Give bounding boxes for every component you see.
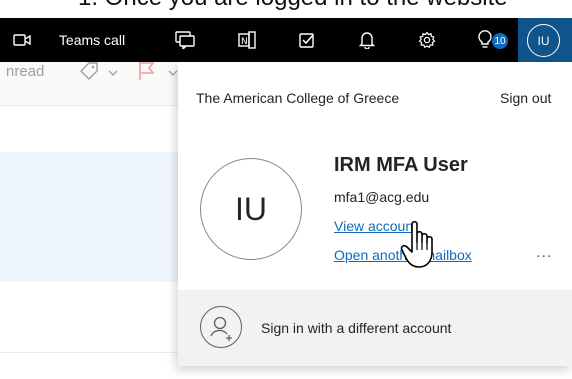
video-icon — [10, 18, 34, 62]
profile-avatar: IU — [200, 158, 302, 260]
organization-name: The American College of Greece — [196, 90, 400, 106]
sign-in-different-account-button[interactable]: Sign in with a different account — [178, 290, 572, 366]
add-account-icon — [200, 306, 242, 348]
chat-icon[interactable] — [170, 18, 200, 62]
chevron-down-icon[interactable] — [108, 64, 118, 82]
caption-text: 1. Once you are logged in to the website — [78, 0, 508, 12]
mail-list-background — [0, 62, 178, 379]
tag-icon[interactable] — [78, 60, 100, 87]
bell-icon[interactable] — [352, 18, 382, 62]
hand-pointer-icon — [400, 220, 442, 277]
instruction-caption: 1. Once you are logged in to the website — [0, 0, 572, 18]
top-command-bar: Teams call N 10 IU — [0, 18, 572, 62]
sign-in-different-account-label: Sign in with a different account — [261, 320, 452, 336]
avatar[interactable]: IU — [527, 24, 560, 57]
user-display-name: IRM MFA User — [334, 154, 468, 176]
teams-call-button[interactable]: Teams call — [36, 18, 148, 62]
todo-icon[interactable] — [292, 18, 322, 62]
mark-unread-label[interactable]: nread — [6, 63, 44, 80]
more-options-button[interactable]: ... — [536, 244, 552, 262]
divider — [0, 352, 178, 353]
selected-message-area[interactable] — [0, 152, 178, 282]
flag-icon[interactable] — [136, 60, 156, 87]
notification-count-badge: 10 — [491, 32, 509, 50]
teams-call-label: Teams call — [58, 32, 126, 48]
onenote-icon[interactable]: N — [232, 18, 262, 62]
account-flyout: The American College of Greece Sign out … — [178, 62, 572, 366]
sign-out-link[interactable]: Sign out — [500, 90, 551, 106]
svg-text:N: N — [241, 37, 248, 47]
chevron-down-icon[interactable] — [168, 64, 178, 82]
user-email: mfa1@acg.edu — [334, 189, 430, 205]
gear-icon[interactable] — [412, 18, 442, 62]
